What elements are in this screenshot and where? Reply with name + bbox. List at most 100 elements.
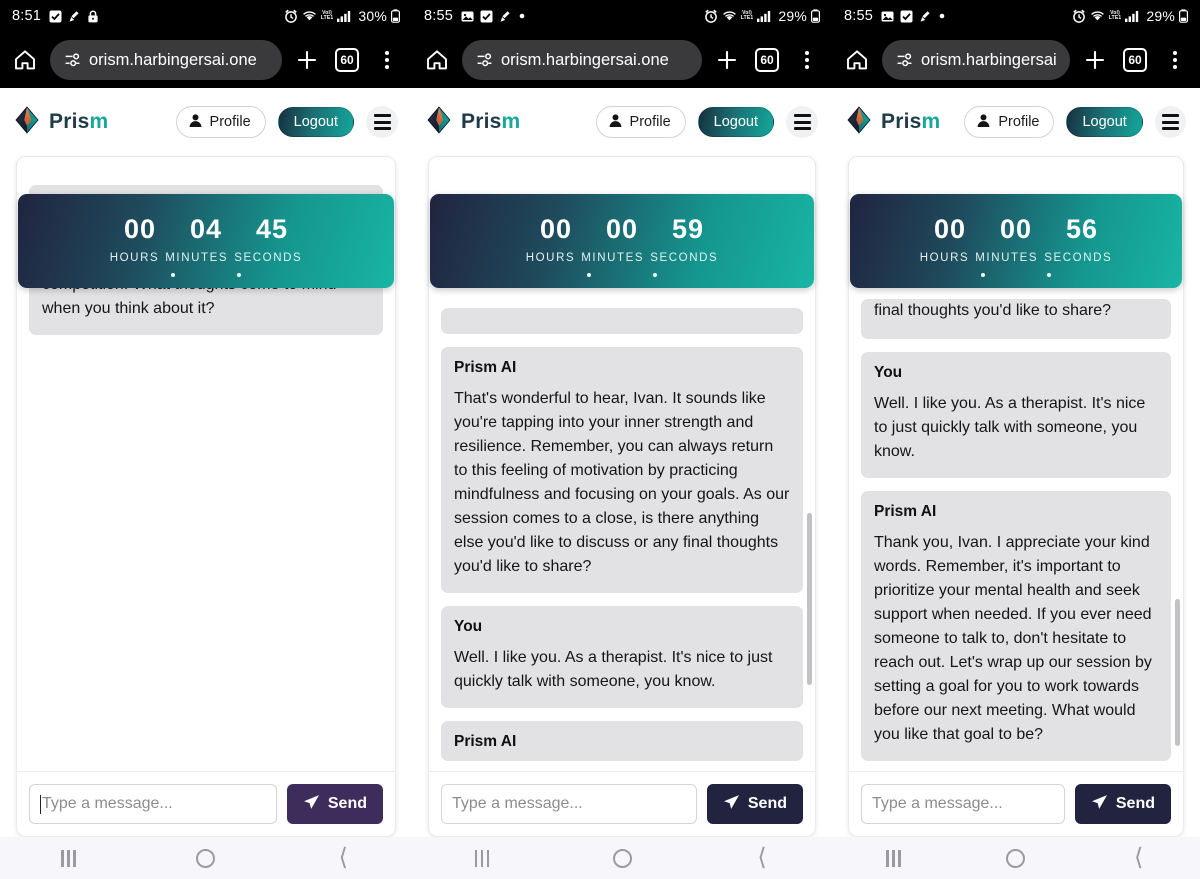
chat-bubble-partial	[441, 308, 803, 334]
message-input[interactable]: Type a message...	[861, 784, 1065, 824]
timer-minutes-label: MINUTES	[975, 252, 1039, 264]
page-title: Prism	[49, 110, 109, 133]
address-bar[interactable]: orism.harbingersai.one	[50, 40, 282, 80]
clean-icon	[68, 10, 81, 23]
battery-icon	[1179, 9, 1188, 23]
android-navigation-bar: ⟨	[412, 837, 832, 879]
battery-percent: 30%	[358, 8, 387, 24]
android-navigation-bar: ⟨	[832, 837, 1200, 879]
timer-hours-value: 00	[539, 214, 573, 244]
dot-icon	[518, 12, 526, 20]
kebab-menu-icon[interactable]	[792, 45, 822, 75]
recents-icon[interactable]	[457, 843, 507, 873]
chat-bubble-text: Thank you, Ivan. I appreciate your kind …	[874, 534, 1152, 743]
timer-hours-label: HOURS	[919, 252, 970, 264]
page-info-icon[interactable]	[476, 52, 493, 68]
recents-icon[interactable]	[868, 843, 918, 873]
message-input[interactable]: Type a message...	[29, 784, 277, 824]
battery-icon	[391, 9, 400, 23]
screenshot-collage: 8:51 VoI) LTE1 30% orism.harbingersai.one 60 P…	[0, 0, 1200, 879]
checkbox-icon	[900, 10, 913, 23]
status-right-icons: VoI) LTE1 29%	[1072, 8, 1188, 24]
scrollbar-thumb[interactable]	[807, 513, 812, 686]
timer-separator-dots	[430, 273, 814, 277]
session-countdown-timer: 00 04 45 HOURS MINUTES SECONDS	[18, 194, 394, 288]
tab-count: 60	[755, 48, 779, 72]
send-button[interactable]: Send	[286, 784, 383, 824]
alarm-icon	[284, 9, 298, 23]
person-icon	[188, 113, 203, 132]
send-button[interactable]: Send	[706, 784, 803, 824]
back-chevron-icon[interactable]: ⟨	[318, 843, 368, 873]
plus-icon[interactable]	[1080, 45, 1110, 75]
status-bar: 8:55 VoI) LTE1 29%	[832, 0, 1200, 32]
kebab-menu-icon[interactable]	[372, 45, 402, 75]
chat-bubble-text: That's wonderful to hear, Ivan. It sound…	[454, 390, 790, 575]
chat-bubble-partial: final thoughts you'd like to share?	[861, 299, 1171, 339]
kebab-menu-icon[interactable]	[1160, 45, 1190, 75]
hamburger-menu-icon[interactable]	[366, 106, 398, 138]
address-bar[interactable]: orism.harbingersai.one	[882, 40, 1070, 80]
message-composer: Type a message... Send	[17, 771, 395, 836]
profile-button[interactable]: Profile	[595, 106, 686, 138]
home-icon[interactable]	[422, 45, 452, 75]
status-time: 8:55	[424, 8, 454, 24]
back-chevron-icon[interactable]: ⟨	[737, 843, 787, 873]
timer-minutes-value: 00	[605, 214, 639, 244]
battery-percent: 29%	[1146, 8, 1175, 24]
logout-button[interactable]: Logout	[1066, 107, 1143, 137]
status-left-icons	[461, 10, 526, 23]
timer-digits: 00 04 45	[18, 194, 394, 245]
home-circle-icon[interactable]	[181, 843, 231, 873]
logout-button[interactable]: Logout	[697, 107, 774, 137]
wifi-icon	[722, 10, 737, 22]
chat-bubble: You Well. I like you. As a therapist. It'…	[861, 352, 1171, 478]
status-time: 8:55	[844, 8, 874, 24]
hamburger-menu-icon[interactable]	[1154, 106, 1186, 138]
timer-digits: 00 00 59	[430, 194, 814, 245]
send-button[interactable]: Send	[1074, 784, 1171, 824]
back-chevron-icon[interactable]: ⟨	[1114, 843, 1164, 873]
profile-button-label: Profile	[998, 114, 1040, 130]
page-info-icon[interactable]	[64, 52, 81, 68]
home-icon[interactable]	[10, 45, 40, 75]
recents-icon[interactable]	[44, 843, 94, 873]
person-icon	[608, 113, 623, 132]
chat-bubble-text: Well. I like you. As a therapist. It's n…	[454, 649, 773, 690]
chat-bubble-author: Prism AI	[454, 359, 517, 376]
browser-toolbar: orism.harbingersai.one 60	[412, 32, 832, 88]
timer-minutes-value: 04	[189, 214, 223, 244]
address-bar[interactable]: orism.harbingersai.one	[462, 40, 702, 80]
plus-icon[interactable]	[292, 45, 322, 75]
tab-counter-button[interactable]: 60	[752, 45, 782, 75]
phone-screenshot-3: 8:55 VoI)LTE1 29% orism.harbingersai.one 60 P…	[832, 0, 1200, 879]
page-info-icon[interactable]	[896, 52, 913, 68]
home-icon[interactable]	[842, 45, 872, 75]
home-circle-icon[interactable]	[991, 843, 1041, 873]
network-label: LTE1	[740, 15, 754, 21]
wifi-icon	[1090, 10, 1105, 22]
message-input[interactable]: Type a message...	[441, 784, 697, 824]
scrollbar-thumb[interactable]	[1175, 599, 1180, 747]
browser-toolbar: orism.harbingersai.one 60	[832, 32, 1200, 88]
home-circle-icon[interactable]	[597, 843, 647, 873]
status-left-icons	[881, 10, 946, 23]
hamburger-menu-icon[interactable]	[786, 106, 818, 138]
profile-button[interactable]: Profile	[964, 106, 1055, 138]
wifi-icon	[302, 10, 317, 22]
phone-screenshot-1: 8:51 VoI) LTE1 30% orism.harbingersai.one 60 P…	[0, 0, 412, 879]
tab-counter-button[interactable]: 60	[1120, 45, 1150, 75]
paper-plane-icon	[723, 794, 740, 815]
profile-button[interactable]: Profile	[175, 106, 266, 138]
prism-diamond-icon	[426, 105, 452, 139]
timer-separator-dots	[18, 273, 394, 277]
web-app-viewport: Prism Profile Logout Prism AI That's wonderf…	[412, 88, 832, 837]
phone-screenshot-2: 8:55 VoI) LTE1 29% orism.harbingersai.one 60 P…	[412, 0, 832, 879]
address-bar-url: orism.harbingersai.one	[921, 50, 1056, 69]
plus-icon[interactable]	[712, 45, 742, 75]
timer-hours-label: HOURS	[525, 252, 576, 264]
chat-bubble-text: final thoughts you'd like to share?	[874, 302, 1111, 319]
chat-bubble-clipped: Prism AI	[441, 721, 803, 761]
logout-button[interactable]: Logout	[277, 107, 354, 137]
tab-counter-button[interactable]: 60	[332, 45, 362, 75]
